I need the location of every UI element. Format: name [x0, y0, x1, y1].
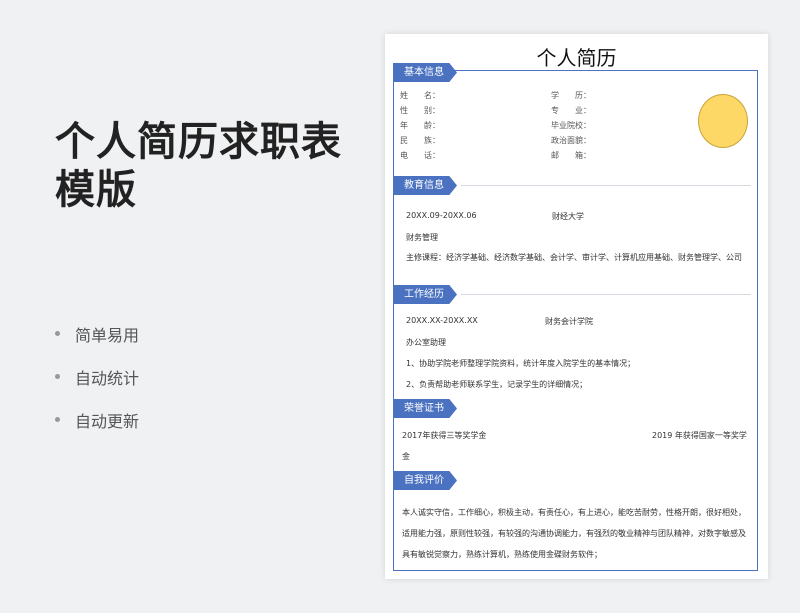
promo-title-line2: 模版	[55, 167, 137, 213]
section-work-tag: 工作经历	[393, 285, 457, 304]
feature-list: 简单易用 自动统计 自动更新	[55, 312, 139, 441]
honor-item-2-cont: 金	[402, 452, 410, 461]
edu-major: 财务管理	[406, 233, 438, 242]
section-education-tag: 教育信息	[393, 176, 457, 195]
work-duty-2: 2、负责帮助老师联系学生，记录学生的详细情况；	[406, 380, 588, 389]
feature-label: 自动更新	[75, 411, 140, 431]
section-divider	[461, 294, 751, 295]
section-basic-tag: 基本信息	[393, 63, 457, 82]
feature-item: 简单易用	[55, 312, 139, 355]
edu-school: 财经大学	[552, 212, 584, 221]
self-eval-line-3: 具有敏锐觉察力，熟练计算机，熟练使用金碟财务软件；	[402, 550, 602, 559]
promo-title-line1: 个人简历求职表	[55, 119, 342, 165]
label-political-status: 政治面貌：	[551, 136, 591, 145]
label-major: 专 业：	[551, 106, 591, 115]
feature-item: 自动更新	[55, 398, 139, 441]
label-email: 邮 箱：	[551, 151, 591, 160]
feature-label: 自动统计	[75, 368, 140, 388]
work-org: 财务会计学院	[545, 317, 593, 326]
label-school: 毕业院校：	[551, 121, 591, 130]
promo-title: 个人简历求职表 模版	[55, 118, 342, 214]
label-degree: 学 历：	[551, 91, 591, 100]
section-self-eval-tag: 自我评价	[393, 471, 457, 490]
label-gender: 性 别：	[400, 106, 440, 115]
photo-placeholder	[698, 94, 748, 148]
edu-period: 20XX.09-20XX.06	[406, 211, 477, 220]
self-eval-line-1: 本人诚实守信，工作细心，积极主动，有责任心，有上进心，能吃苦耐劳，性格开朗，很好…	[402, 508, 746, 517]
feature-item: 自动统计	[55, 355, 139, 398]
work-role: 办公室助理	[406, 338, 446, 347]
label-age: 年 龄：	[400, 121, 440, 130]
work-period: 20XX.XX-20XX.XX	[406, 316, 478, 325]
label-phone: 电 话：	[400, 151, 440, 160]
resume-page: 个人简历 基本信息 姓 名： 性 别： 年 龄： 民 族： 电 话： 学 历： …	[385, 34, 768, 579]
bullet-dot-icon	[55, 417, 60, 422]
honor-item-2: 2019 年获得国家一等奖学	[652, 431, 747, 440]
bullet-dot-icon	[55, 331, 60, 336]
bullet-dot-icon	[55, 374, 60, 379]
edu-courses: 主修课程：经济学基础、经济数学基础、会计学、审计学、计算机应用基础、财务管理学、…	[406, 253, 742, 262]
honor-item-1: 2017年获得三等奖学金	[402, 431, 487, 440]
feature-label: 简单易用	[75, 325, 140, 345]
label-name: 姓 名：	[400, 91, 440, 100]
self-eval-line-2: 适用能力强，原则性较强，有较强的沟通协调能力，有强烈的敬业精神与团队精神，对数字…	[402, 529, 746, 538]
section-honors-tag: 荣誉证书	[393, 399, 457, 418]
section-divider	[461, 185, 751, 186]
work-duty-1: 1、协助学院老师整理学院资料，统计年度入院学生的基本情况；	[406, 359, 636, 368]
label-ethnicity: 民 族：	[400, 136, 440, 145]
